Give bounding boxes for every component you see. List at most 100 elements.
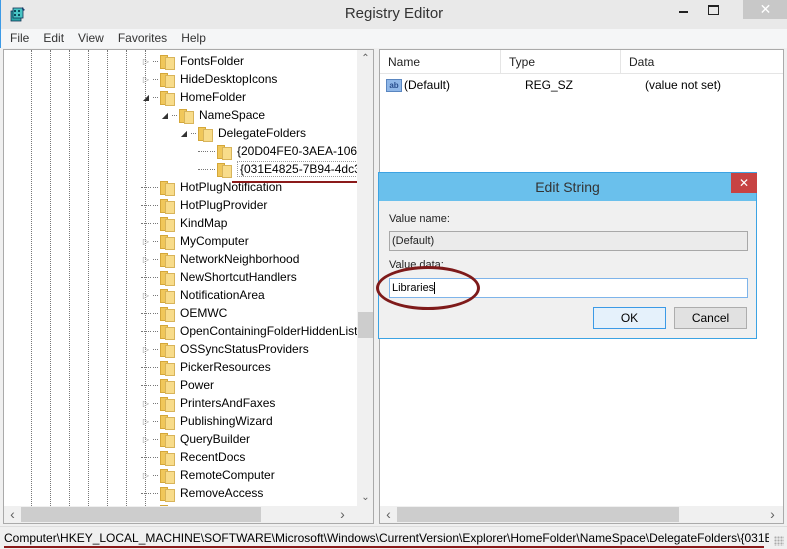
scroll-left-icon[interactable]: ‹	[380, 506, 397, 523]
tree-connector	[153, 276, 158, 278]
collapse-arrow-icon[interactable]: ◢	[141, 93, 151, 102]
folder-icon	[159, 252, 175, 268]
tree-item[interactable]: ▷ PublishingWizard	[141, 412, 273, 430]
value-name-label: Value name:	[389, 213, 450, 225]
resize-grip-icon[interactable]	[774, 536, 784, 546]
tree-item[interactable]: RemoveAccess	[141, 484, 263, 502]
tree-item[interactable]: PickerResources	[141, 358, 271, 376]
expand-arrow-icon[interactable]: ▷	[141, 435, 151, 444]
tree-horizontal-scrollbar[interactable]: ‹ ›	[4, 506, 357, 523]
folder-icon	[159, 270, 175, 286]
scroll-up-icon[interactable]: ⌃	[357, 50, 373, 67]
tree-item-label: {20D04FE0-3AEA-1069-A	[237, 144, 357, 158]
tree-item[interactable]: ▷ RemoteComputer	[141, 466, 275, 484]
annotation-underline-path	[4, 546, 764, 548]
tree-vertical-scrollbar[interactable]: ⌃ ⌄	[357, 50, 373, 506]
tree-item[interactable]: ◢ NameSpace	[160, 106, 265, 124]
menu-edit[interactable]: Edit	[43, 29, 64, 48]
tree-horizontal-scroll-thumb[interactable]	[21, 507, 261, 522]
folder-icon	[159, 306, 175, 322]
close-icon: ✕	[738, 176, 750, 190]
tree-item-label: PublishingWizard	[180, 414, 273, 428]
tree-item-label: HotPlugProvider	[180, 198, 268, 212]
tree-item[interactable]: OEMWC	[141, 304, 227, 322]
tree-item[interactable]: {031E4825-7B94-4dc3-B	[198, 160, 357, 178]
tree-connector	[141, 276, 151, 278]
cancel-button[interactable]: Cancel	[674, 307, 747, 329]
value-row[interactable]: ab (Default) REG_SZ (value not set)	[380, 76, 783, 94]
tree-item[interactable]: KindMap	[141, 214, 227, 232]
scroll-down-icon[interactable]: ⌄	[357, 489, 373, 506]
tree-item-label: OpenContainingFolderHiddenList	[180, 324, 357, 338]
tree-item[interactable]: NewShortcutHandlers	[141, 268, 297, 286]
menu-view[interactable]: View	[78, 29, 104, 48]
tree-item-label: OSSyncStatusProviders	[180, 342, 309, 356]
tree-item[interactable]: ◢ HomeFolder	[141, 88, 246, 106]
maximize-button[interactable]	[693, 0, 733, 19]
expand-arrow-icon[interactable]: ▷	[141, 75, 151, 84]
tree-connector	[153, 96, 158, 98]
scrollbar-corner	[357, 506, 373, 523]
tree-connector	[153, 204, 158, 206]
close-button[interactable]: ✕	[743, 0, 787, 19]
list-horizontal-scroll-thumb[interactable]	[397, 507, 679, 522]
folder-icon	[159, 234, 175, 250]
scroll-left-icon[interactable]: ‹	[4, 506, 21, 523]
collapse-arrow-icon[interactable]: ◢	[160, 111, 170, 120]
tree-connector	[198, 150, 208, 152]
tree-item[interactable]: RecentDocs	[141, 448, 245, 466]
tree-item[interactable]: ▷ QueryBuilder	[141, 430, 250, 448]
expand-arrow-icon[interactable]: ▷	[141, 471, 151, 480]
tree-item[interactable]: ▷ FontsFolder	[141, 52, 244, 70]
tree-item[interactable]: ▷ PrintersAndFaxes	[141, 394, 275, 412]
column-header-data[interactable]: Data	[621, 50, 783, 74]
tree-connector	[141, 492, 151, 494]
scroll-right-icon[interactable]: ›	[334, 506, 351, 523]
expand-arrow-icon[interactable]: ▷	[141, 345, 151, 354]
folder-icon	[159, 450, 175, 466]
expand-arrow-icon[interactable]: ▷	[141, 417, 151, 426]
tree-item-label: {031E4825-7B94-4dc3-B	[237, 161, 357, 177]
annotation-ellipse-value-data	[376, 266, 480, 310]
expand-arrow-icon[interactable]: ▷	[141, 399, 151, 408]
tree-item-label: MyComputer	[180, 234, 249, 248]
expand-arrow-icon[interactable]: ▷	[141, 291, 151, 300]
menu-file[interactable]: File	[10, 29, 29, 48]
tree-item[interactable]: HotPlugProvider	[141, 196, 267, 214]
tree-item[interactable]: ▷ HideDesktopIcons	[141, 70, 277, 88]
tree-item[interactable]: ◢ DelegateFolders	[179, 124, 306, 142]
collapse-arrow-icon[interactable]: ◢	[179, 129, 189, 138]
folder-icon	[159, 180, 175, 196]
expand-arrow-icon[interactable]: ▷	[141, 237, 151, 246]
expand-arrow-icon[interactable]: ▷	[141, 57, 151, 66]
column-header-name[interactable]: Name	[380, 50, 501, 74]
tree-item[interactable]: ▷ NotificationArea	[141, 286, 265, 304]
tree-item[interactable]: {20D04FE0-3AEA-1069-A	[198, 142, 357, 160]
tree-item-label: QueryBuilder	[180, 432, 251, 446]
menu-help[interactable]: Help	[181, 29, 206, 48]
tree-item-label: PrintersAndFaxes	[180, 396, 276, 410]
tree-connector	[153, 456, 158, 458]
tree-item[interactable]: ▷ MyComputer	[141, 232, 249, 250]
tree-connector	[141, 366, 151, 368]
tree-item[interactable]: ▷ NetworkNeighborhood	[141, 250, 299, 268]
scroll-right-icon[interactable]: ›	[764, 506, 781, 523]
tree-connector	[210, 150, 215, 152]
tree-item[interactable]: ▷ OSSyncStatusProviders	[141, 340, 309, 358]
tree-connector	[153, 222, 158, 224]
list-horizontal-scrollbar[interactable]: ‹ ›	[380, 506, 783, 523]
value-name-field: (Default)	[389, 231, 748, 251]
dialog-close-button[interactable]: ✕	[731, 173, 757, 193]
expand-arrow-icon[interactable]: ▷	[141, 255, 151, 264]
ok-button[interactable]: OK	[593, 307, 666, 329]
tree-connector	[172, 114, 177, 116]
tree-item-label: RecentDocs	[180, 450, 246, 464]
tree-item[interactable]: Power	[141, 376, 214, 394]
column-header-type[interactable]: Type	[501, 50, 621, 74]
tree-item-label: KindMap	[180, 216, 228, 230]
tree-vertical-scroll-thumb[interactable]	[358, 312, 373, 338]
menu-favorites[interactable]: Favorites	[118, 29, 167, 48]
folder-icon	[159, 378, 175, 394]
tree-connector	[141, 312, 151, 314]
tree-item[interactable]: OpenContainingFolderHiddenList	[141, 322, 357, 340]
